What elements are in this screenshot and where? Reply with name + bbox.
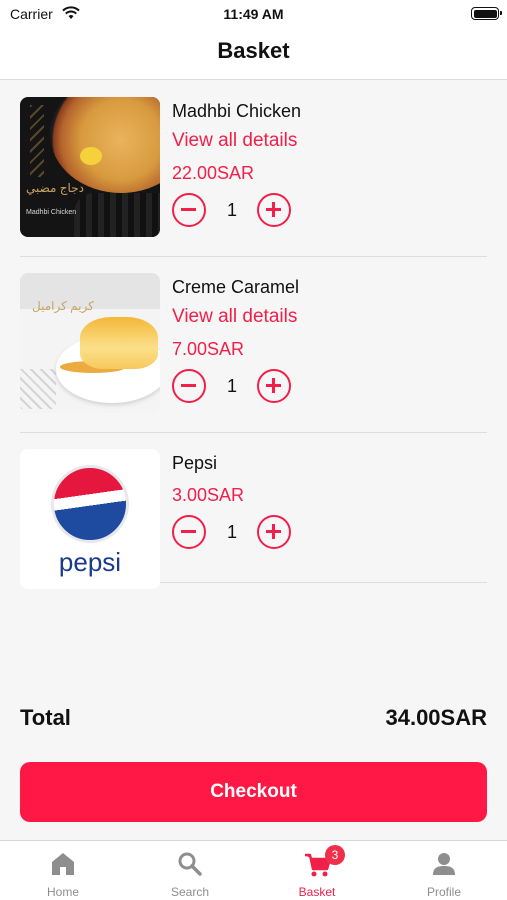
image-caption-arabic: دجاج مضبي xyxy=(26,181,84,195)
basket-item: pepsi Pepsi 3.00SAR 1 xyxy=(20,433,487,589)
tab-label: Home xyxy=(46,885,79,899)
tab-label: Basket xyxy=(298,885,336,899)
item-info: Creme Caramel View all details 7.00SAR 1 xyxy=(172,275,487,405)
increase-quantity-button[interactable] xyxy=(257,193,291,227)
basket-list: دجاج مضبي Madhbi Chicken Madhbi Chicken … xyxy=(0,81,507,589)
tab-home[interactable]: Home xyxy=(0,841,126,900)
tab-bar: Home Search 3 Basket Profile xyxy=(0,840,507,900)
home-icon xyxy=(52,853,74,875)
search-icon xyxy=(178,852,202,876)
item-name: Madhbi Chicken xyxy=(172,101,302,121)
checkout-button[interactable]: Checkout xyxy=(20,762,487,822)
view-details-link[interactable]: View all details xyxy=(172,129,487,153)
tab-label: Profile xyxy=(426,885,461,899)
tab-label: Search xyxy=(170,885,210,899)
item-info: Pepsi 3.00SAR 1 xyxy=(172,451,487,551)
item-price: 3.00SAR xyxy=(172,485,245,505)
quantity-value: 1 xyxy=(226,522,237,542)
quantity-stepper: 1 xyxy=(172,193,487,229)
item-name: Pepsi xyxy=(172,453,218,473)
total-row: Total 34.00SAR xyxy=(20,705,487,737)
battery-icon xyxy=(471,7,502,20)
basket-item: كريم كراميل Creme Caramel View all detai… xyxy=(20,257,487,433)
pepsi-image[interactable]: pepsi xyxy=(20,449,160,589)
page-title: Basket xyxy=(217,38,290,63)
pepsi-logo xyxy=(51,465,129,543)
quantity-value: 1 xyxy=(226,200,237,220)
creme-caramel-image[interactable]: كريم كراميل xyxy=(20,273,160,413)
total-label: Total xyxy=(20,705,71,730)
image-caption: pepsi xyxy=(58,547,122,577)
increase-quantity-button[interactable] xyxy=(257,369,291,403)
tab-search[interactable]: Search xyxy=(127,841,253,900)
nav-header: Basket xyxy=(0,30,507,80)
decrease-quantity-button[interactable] xyxy=(172,193,206,227)
increase-quantity-button[interactable] xyxy=(257,515,291,549)
status-time: 11:49 AM xyxy=(223,6,284,22)
tab-profile[interactable]: Profile xyxy=(381,841,507,900)
cart-count-badge: 3 xyxy=(325,845,345,865)
quantity-stepper: 1 xyxy=(172,515,487,551)
decrease-quantity-button[interactable] xyxy=(172,369,206,403)
basket-item: دجاج مضبي Madhbi Chicken Madhbi Chicken … xyxy=(20,81,487,257)
quantity-value: 1 xyxy=(226,376,237,396)
view-details-link[interactable]: View all details xyxy=(172,305,487,329)
item-price: 22.00SAR xyxy=(172,163,255,183)
madhbi-chicken-image[interactable]: دجاج مضبي Madhbi Chicken xyxy=(20,97,160,237)
item-name: Creme Caramel xyxy=(172,277,300,297)
quantity-stepper: 1 xyxy=(172,369,487,405)
total-value: 34.00SAR xyxy=(385,705,487,730)
tab-basket[interactable]: 3 Basket xyxy=(254,841,380,900)
status-bar: Carrier 11:49 AM xyxy=(0,0,507,30)
person-icon xyxy=(433,853,455,875)
image-caption: Madhbi Chicken xyxy=(26,209,77,216)
item-price: 7.00SAR xyxy=(172,339,245,359)
item-info: Madhbi Chicken View all details 22.00SAR… xyxy=(172,99,487,229)
image-caption-arabic: كريم كراميل xyxy=(32,299,94,313)
decrease-quantity-button[interactable] xyxy=(172,515,206,549)
